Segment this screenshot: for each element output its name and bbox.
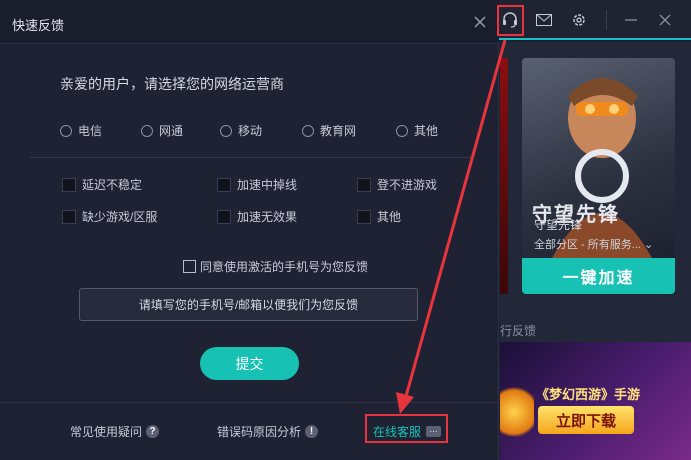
toolbar-divider xyxy=(606,10,607,30)
checkbox-icon xyxy=(62,177,76,192)
game-name: 守望先锋 xyxy=(534,218,583,232)
checkbox-cannot-login[interactable]: 登不进游戏 xyxy=(357,176,437,193)
submit-button[interactable]: 提交 xyxy=(200,347,299,380)
checkbox-missing-game[interactable]: 缺少游戏/区服 xyxy=(62,208,157,225)
close-icon[interactable] xyxy=(653,8,677,32)
agree-label: 同意使用激活的手机号为您反馈 xyxy=(200,260,369,274)
radio-icon xyxy=(220,124,232,137)
radio-carrier-education[interactable]: 教育网 xyxy=(302,122,356,139)
minimize-icon[interactable] xyxy=(619,8,643,32)
faq-label: 常见使用疑问 xyxy=(70,425,143,439)
radio-label: 网通 xyxy=(159,124,184,138)
game-card[interactable]: 守望先锋 守望先锋 全部分区 - 所有服务... ⌄ 一键加速 xyxy=(522,58,675,294)
contact-input[interactable]: 请填写您的手机号/邮箱以便我们为您反馈 xyxy=(79,288,418,321)
checkbox-icon xyxy=(357,177,371,192)
banner-title: 《梦幻西游》手游 xyxy=(536,387,641,402)
dialog-header: 快速反馈 xyxy=(0,0,499,44)
section-divider xyxy=(30,157,470,158)
checkbox-disconnect[interactable]: 加速中掉线 xyxy=(217,176,297,193)
error-analysis-label: 错误码原因分析 xyxy=(217,425,302,439)
radio-carrier-netcom[interactable]: 网通 xyxy=(141,122,183,139)
error-analysis-link[interactable]: 错误码原因分析! xyxy=(217,423,319,440)
radio-carrier-telecom[interactable]: 电信 xyxy=(60,122,102,139)
agree-phone-checkbox[interactable]: 同意使用激活的手机号为您反馈 xyxy=(183,258,368,275)
checkbox-label: 延迟不稳定 xyxy=(82,178,143,192)
checkbox-label: 登不进游戏 xyxy=(377,178,438,192)
ad-banner[interactable]: 《梦幻西游》手游 立即下载 xyxy=(500,342,691,460)
radio-icon xyxy=(60,124,72,137)
radio-label: 移动 xyxy=(238,124,263,138)
exclamation-icon: ! xyxy=(305,425,319,438)
feedback-link-partial[interactable]: 行反馈 xyxy=(500,322,536,339)
checkbox-label: 加速中掉线 xyxy=(237,178,298,192)
checkbox-icon xyxy=(217,177,231,192)
radio-carrier-other[interactable]: 其他 xyxy=(396,122,438,139)
checkbox-latency[interactable]: 延迟不稳定 xyxy=(62,176,142,193)
game-card-partial xyxy=(500,58,508,294)
service-highlight-box xyxy=(365,414,448,443)
carrier-question: 亲爱的用户，请选择您的网络运营商 xyxy=(60,76,284,92)
radio-label: 电信 xyxy=(78,124,103,138)
mail-icon[interactable] xyxy=(532,8,556,32)
region-label: 全部分区 - 所有服务... xyxy=(534,239,641,251)
footer-divider xyxy=(0,402,499,403)
feedback-dialog: 快速反馈 亲爱的用户，请选择您的网络运营商 电信 网通 移动 教育网 其他 延迟… xyxy=(0,0,499,460)
radio-icon xyxy=(141,124,153,137)
checkbox-label: 其他 xyxy=(377,210,402,224)
faq-link[interactable]: 常见使用疑问? xyxy=(70,423,160,440)
question-icon: ? xyxy=(146,425,160,438)
checkbox-icon xyxy=(357,209,371,224)
checkbox-icon xyxy=(62,209,76,224)
accelerate-button[interactable]: 一键加速 xyxy=(522,258,675,294)
gear-icon[interactable] xyxy=(567,8,591,32)
radio-icon xyxy=(302,124,314,137)
radio-label: 教育网 xyxy=(320,124,357,138)
chevron-down-icon: ⌄ xyxy=(644,239,654,251)
region-selector[interactable]: 全部分区 - 所有服务... ⌄ xyxy=(534,236,653,252)
checkbox-label: 缺少游戏/区服 xyxy=(82,210,158,224)
dialog-close-icon[interactable] xyxy=(470,12,490,32)
dialog-title: 快速反馈 xyxy=(12,18,65,33)
checkbox-icon xyxy=(217,209,231,224)
radio-icon xyxy=(396,124,408,137)
checkbox-no-effect[interactable]: 加速无效果 xyxy=(217,208,297,225)
radio-label: 其他 xyxy=(414,124,439,138)
headset-highlight-box xyxy=(497,5,524,36)
game-logo-icon xyxy=(500,382,534,442)
checkbox-other[interactable]: 其他 xyxy=(357,208,401,225)
checkbox-label: 加速无效果 xyxy=(237,210,298,224)
checkbox-icon xyxy=(183,260,196,273)
download-button[interactable]: 立即下载 xyxy=(538,406,634,434)
radio-carrier-mobile[interactable]: 移动 xyxy=(220,122,262,139)
